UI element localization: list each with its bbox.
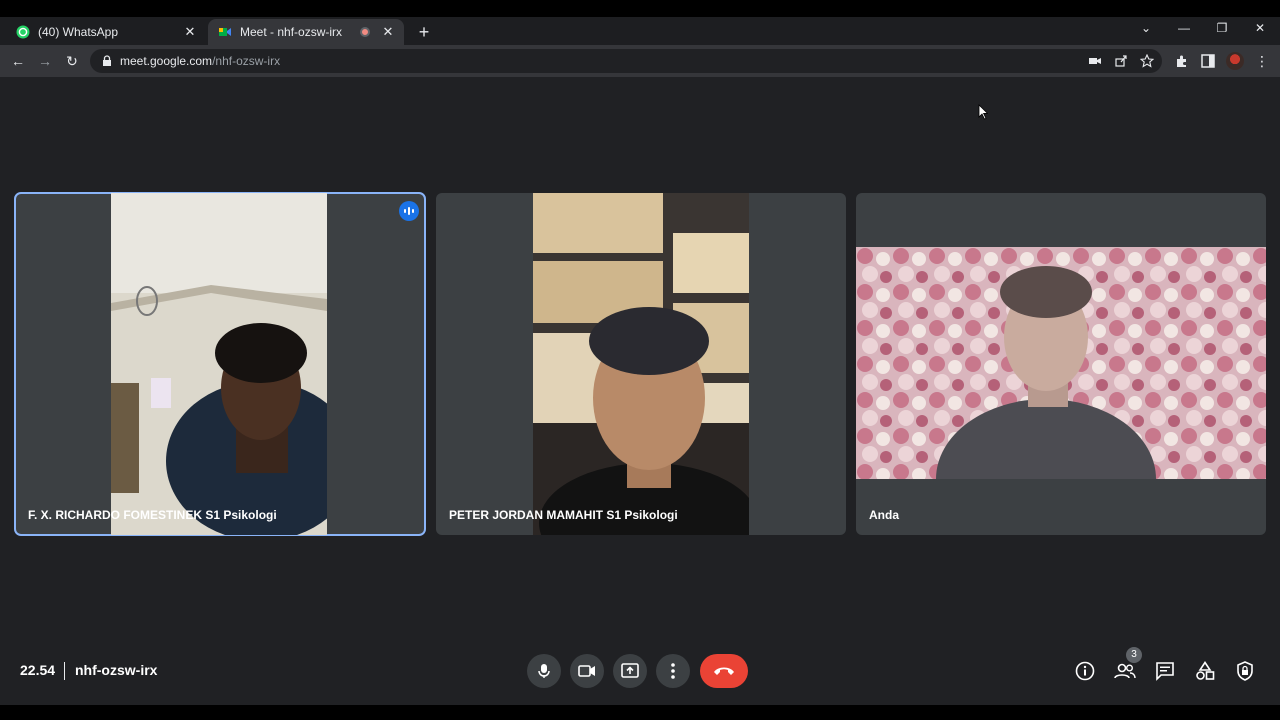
camera-button[interactable] [570, 654, 604, 688]
close-tab-icon[interactable]: ✕ [182, 24, 198, 40]
meet-icon [218, 25, 232, 39]
minimize-icon[interactable]: — [1174, 21, 1194, 35]
meeting-details-icon[interactable] [1074, 660, 1096, 682]
recording-icon [360, 27, 370, 37]
participant-name: Anda [869, 508, 899, 522]
participant-name: PETER JORDAN MAMAHIT S1 Psikologi [449, 508, 678, 522]
participant-video [533, 193, 749, 535]
meeting-code: nhf-ozsw-irx [75, 662, 158, 678]
back-icon[interactable]: ← [9, 52, 27, 70]
divider [64, 662, 65, 680]
participant-count-badge: 3 [1126, 647, 1142, 663]
speaking-indicator-icon [399, 201, 419, 221]
leave-call-button[interactable] [700, 654, 748, 688]
forward-icon[interactable]: → [36, 52, 54, 70]
tab-title: (40) WhatsApp [38, 25, 119, 39]
whatsapp-icon [16, 25, 30, 39]
chat-icon[interactable] [1154, 660, 1176, 682]
microphone-button[interactable] [527, 654, 561, 688]
participant-tile[interactable]: PETER JORDAN MAMAHIT S1 Psikologi [436, 193, 846, 535]
browser-menu-icon[interactable]: ⋮ [1253, 52, 1271, 70]
present-screen-icon [621, 663, 639, 678]
url-host: meet.google.com [120, 54, 213, 68]
browser-window: (40) WhatsApp ✕ Meet - nhf-ozsw-irx ✕ + … [0, 17, 1280, 705]
close-tab-icon[interactable]: ✕ [380, 24, 396, 40]
participant-tile[interactable]: F. X. RICHARDO FOMESTINEK S1 Psikologi [14, 192, 426, 536]
bookmark-star-icon[interactable] [1140, 54, 1154, 68]
meeting-time: 22.54 [20, 662, 56, 678]
browser-toolbar: ← → ↻ meet.google.com/nhf-ozsw-irx ⋮ [0, 45, 1280, 77]
share-icon[interactable] [1114, 54, 1128, 68]
more-vert-icon [671, 663, 675, 679]
participant-video [111, 193, 327, 535]
microphone-icon [538, 664, 550, 678]
participant-video [856, 247, 1266, 479]
lock-icon [103, 55, 111, 66]
profile-avatar[interactable] [1226, 52, 1244, 70]
address-bar[interactable]: meet.google.com/nhf-ozsw-irx [90, 49, 1162, 73]
maximize-icon[interactable]: ❐ [1212, 21, 1232, 35]
new-tab-button[interactable]: + [414, 22, 434, 42]
participant-name: F. X. RICHARDO FOMESTINEK S1 Psikologi [28, 508, 277, 522]
activities-icon[interactable] [1194, 660, 1216, 682]
tab-title: Meet - nhf-ozsw-irx [240, 25, 343, 39]
camera-icon [578, 665, 595, 677]
extensions-icon[interactable] [1174, 53, 1190, 69]
mouse-pointer-icon [978, 104, 988, 120]
tab-meet[interactable]: Meet - nhf-ozsw-irx ✕ [208, 19, 404, 45]
url-path: /nhf-ozsw-irx [212, 54, 281, 68]
camera-in-use-icon[interactable] [1088, 54, 1102, 68]
tab-strip: (40) WhatsApp ✕ Meet - nhf-ozsw-irx ✕ + … [0, 17, 1280, 45]
more-options-button[interactable] [656, 654, 690, 688]
people-icon[interactable] [1114, 660, 1136, 682]
tab-search-icon[interactable]: ⌄ [1136, 21, 1156, 35]
tab-whatsapp[interactable]: (40) WhatsApp ✕ [6, 19, 206, 45]
participant-tile[interactable]: Anda [856, 193, 1266, 535]
close-window-icon[interactable]: ✕ [1250, 21, 1270, 35]
side-panel-icon[interactable] [1200, 53, 1216, 69]
present-screen-button[interactable] [613, 654, 647, 688]
host-controls-icon[interactable] [1234, 660, 1256, 682]
reload-icon[interactable]: ↻ [63, 52, 81, 70]
hang-up-icon [714, 667, 734, 675]
